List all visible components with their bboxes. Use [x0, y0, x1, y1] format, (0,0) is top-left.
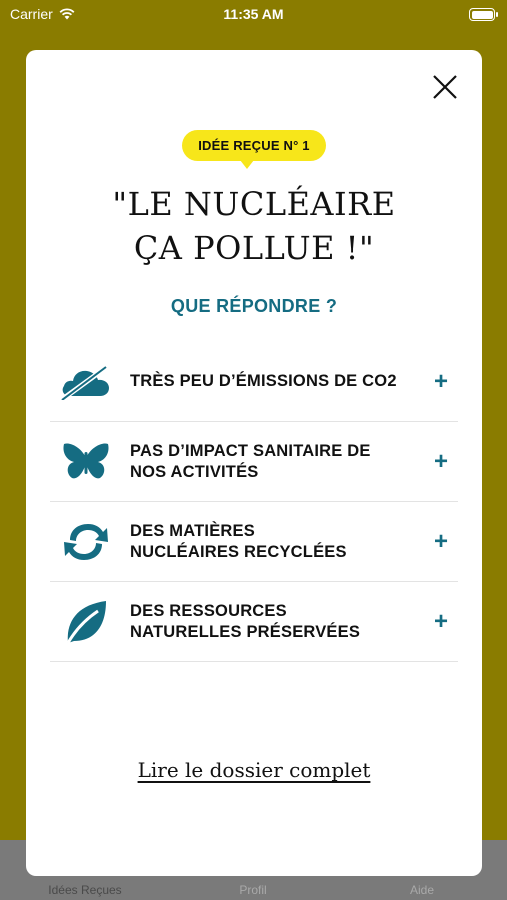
answer-label: TRÈS PEU D’ÉMISSIONS DE CO2 [130, 372, 397, 390]
butterfly-icon [50, 422, 122, 502]
title-line-1: "LE NUCLÉAIRE [112, 185, 396, 223]
answer-item-sanitaire[interactable]: PAS D’IMPACT SANITAIRE DE NOS ACTIVITÉS … [50, 422, 458, 502]
answer-item-co2[interactable]: TRÈS PEU D’ÉMISSIONS DE CO2 + [50, 342, 458, 422]
expand-icon[interactable]: + [424, 368, 458, 396]
tab-profil[interactable]: Profil [193, 883, 313, 897]
answer-label: DES RESSOURCES NATURELLES PRÉSERVÉES [130, 601, 361, 641]
status-time: 11:35 AM [223, 6, 284, 22]
modal-card: IDÉE REÇUE N° 1 "LE NUCLÉAIRE ÇA POLLUE … [26, 50, 482, 876]
answer-label: PAS D’IMPACT SANITAIRE DE NOS ACTIVITÉS [130, 441, 371, 481]
title-line-2: ÇA POLLUE !" [133, 229, 375, 267]
answer-item-recyclage[interactable]: DES MATIÈRES NUCLÉAIRES RECYCLÉES + [50, 502, 458, 582]
status-bar: Carrier 11:35 AM [0, 0, 507, 30]
answer-label: DES MATIÈRES NUCLÉAIRES RECYCLÉES [130, 521, 347, 561]
answer-item-ressources[interactable]: DES RESSOURCES NATURELLES PRÉSERVÉES + [50, 582, 458, 662]
close-icon [433, 75, 457, 99]
cloud-no-co2-icon [50, 342, 122, 422]
recycle-arrows-icon [50, 502, 122, 582]
close-button[interactable] [430, 72, 460, 102]
read-full-dossier-link[interactable]: Lire le dossier complet [26, 758, 482, 782]
tab-idees-recues[interactable]: Idées Reçues [25, 883, 145, 897]
page-title: "LE NUCLÉAIRE ÇA POLLUE !" [26, 182, 482, 270]
expand-icon[interactable]: + [424, 448, 458, 476]
expand-icon[interactable]: + [424, 528, 458, 556]
answer-list: TRÈS PEU D’ÉMISSIONS DE CO2 + PAS D’IMPA… [50, 342, 458, 662]
battery-icon [469, 8, 498, 21]
idea-badge: IDÉE REÇUE N° 1 [182, 130, 326, 169]
leaf-icon [50, 582, 122, 662]
expand-icon[interactable]: + [424, 608, 458, 636]
tab-aide[interactable]: Aide [362, 883, 482, 897]
section-subtitle: QUE RÉPONDRE ? [170, 296, 338, 316]
